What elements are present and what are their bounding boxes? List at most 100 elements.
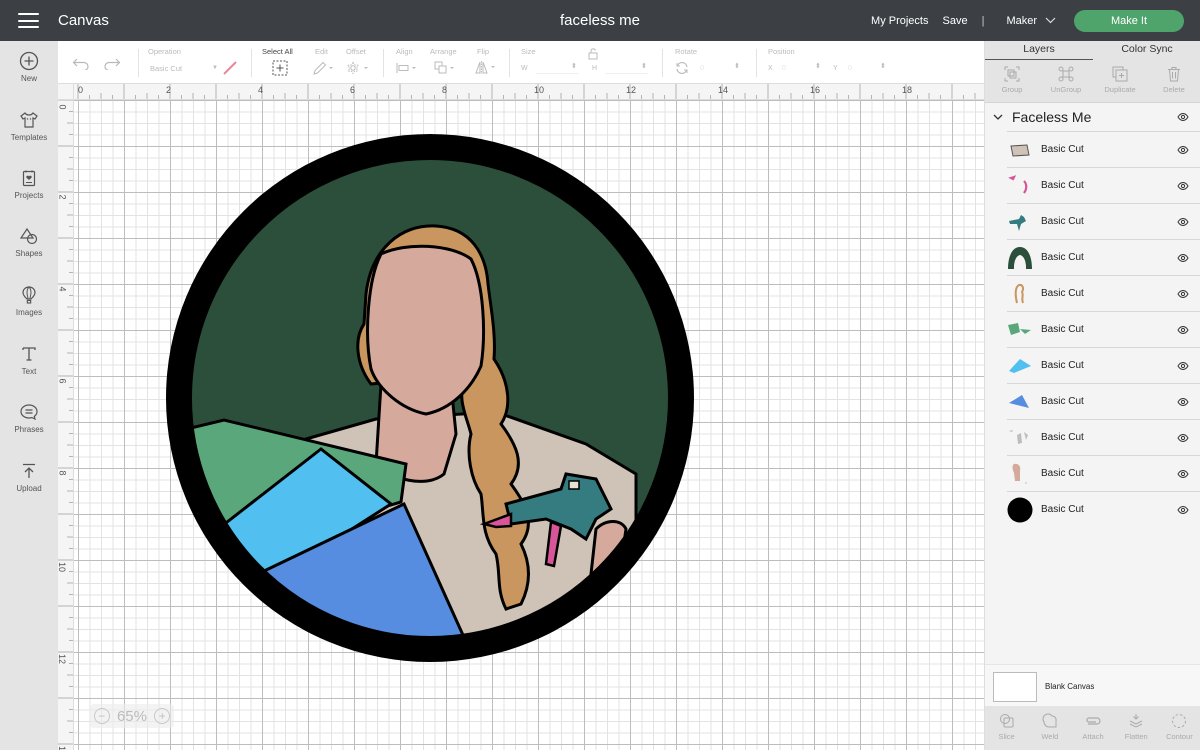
sidebar-item-text[interactable]: Text	[0, 344, 58, 376]
app-title: Canvas	[58, 12, 109, 29]
left-sidebar: New Templates Projects Shapes Images Tex…	[0, 41, 58, 750]
rotate-value[interactable]: 0	[700, 65, 704, 72]
chevron-down-icon	[1045, 17, 1056, 24]
hamburger-menu-icon[interactable]	[18, 13, 39, 28]
eye-icon[interactable]	[1177, 146, 1189, 154]
y-stepper[interactable]: ⬍	[880, 62, 886, 70]
eye-icon[interactable]	[1177, 254, 1189, 262]
edit-icon[interactable]	[312, 61, 334, 75]
ruler-number: 18	[902, 85, 913, 95]
zoom-level: 65%	[116, 707, 147, 725]
flatten-button[interactable]: Flatten	[1115, 706, 1158, 750]
eye-icon[interactable]	[1177, 398, 1189, 406]
action-label: Contour	[1166, 732, 1193, 741]
ungroup-icon	[1058, 66, 1074, 82]
x-stepper[interactable]: ⬍	[815, 62, 821, 70]
eye-icon[interactable]	[1177, 506, 1189, 514]
layer-name: Basic Cut	[1041, 252, 1084, 263]
eye-icon[interactable]	[1177, 290, 1189, 298]
align-icon[interactable]	[396, 62, 420, 74]
width-stepper[interactable]: ⬍	[571, 62, 577, 70]
layer-row[interactable]: Basic Cut	[1007, 383, 1200, 419]
sidebar-item-templates[interactable]: Templates	[0, 110, 58, 142]
sidebar-item-phrases[interactable]: Phrases	[0, 402, 58, 434]
layer-row[interactable]: Basic Cut	[1007, 203, 1200, 239]
x-input[interactable]: 0	[782, 65, 786, 72]
layer-row[interactable]: Basic Cut	[1007, 419, 1200, 455]
contour-button[interactable]: Contour	[1158, 706, 1200, 750]
face-layer[interactable]	[366, 244, 485, 416]
layer-name: Basic Cut	[1041, 288, 1084, 299]
zoom-in-button[interactable]: +	[154, 708, 171, 724]
layer-thumbnail	[1009, 394, 1029, 408]
blank-canvas-thumbnail[interactable]	[993, 672, 1037, 702]
layer-row[interactable]: Basic Cut	[1007, 455, 1200, 491]
attach-button[interactable]: Attach	[1071, 706, 1114, 750]
layer-group-faceless-me[interactable]: Faceless Me	[985, 103, 1200, 131]
eye-icon[interactable]	[1177, 113, 1189, 121]
weld-button[interactable]: Weld	[1028, 706, 1071, 750]
machine-selector[interactable]: Maker	[1006, 15, 1056, 27]
ruler-ticks	[58, 99, 73, 745]
save-link[interactable]: Save	[943, 15, 968, 27]
y-label: Y	[833, 65, 838, 72]
layer-name: Basic Cut	[1041, 216, 1084, 227]
group-icon	[1004, 66, 1020, 82]
size-label: Size	[521, 47, 536, 56]
arrange-icon[interactable]	[434, 61, 458, 75]
lock-icon[interactable]	[588, 48, 598, 60]
pen-color-icon[interactable]	[222, 60, 238, 76]
make-it-button[interactable]: Make It	[1074, 9, 1184, 32]
offset-icon[interactable]	[345, 61, 371, 75]
delete-button[interactable]: Delete	[1147, 60, 1200, 102]
sidebar-item-new[interactable]: New	[0, 51, 58, 83]
sidebar-item-projects[interactable]: Projects	[0, 168, 58, 200]
design-canvas[interactable]: − 65% +	[74, 100, 984, 750]
my-projects-link[interactable]: My Projects	[871, 15, 928, 27]
sidebar-label: Templates	[10, 133, 48, 142]
blank-canvas-row[interactable]: Blank Canvas	[985, 664, 1200, 706]
slice-button[interactable]: Slice	[985, 706, 1028, 750]
layer-row[interactable]: Basic Cut	[1007, 491, 1200, 527]
tab-color-sync[interactable]: Color Sync	[1093, 41, 1200, 60]
rotate-icon[interactable]	[675, 61, 689, 75]
faceless-me-artwork[interactable]	[166, 134, 696, 664]
chevron-down-icon[interactable]	[993, 114, 1003, 120]
eye-icon[interactable]	[1177, 362, 1189, 370]
sidebar-item-upload[interactable]: Upload	[0, 461, 58, 493]
eye-icon[interactable]	[1177, 182, 1189, 190]
operation-dropdown[interactable]: Basic Cut ▼	[150, 62, 218, 74]
layer-row[interactable]: Basic Cut	[1007, 347, 1200, 383]
flip-icon[interactable]	[475, 60, 499, 75]
y-input[interactable]: 0	[848, 65, 852, 72]
layer-row[interactable]: Basic Cut	[1007, 239, 1200, 275]
height-label: H	[592, 65, 598, 72]
rotate-stepper[interactable]: ⬍	[734, 62, 740, 70]
width-label: W	[521, 65, 528, 72]
sidebar-item-shapes[interactable]: Shapes	[0, 226, 58, 258]
height-stepper[interactable]: ⬍	[641, 62, 647, 70]
tab-layers[interactable]: Layers	[985, 41, 1093, 60]
layer-thumbnail	[1009, 358, 1031, 373]
eye-icon[interactable]	[1177, 470, 1189, 478]
sidebar-label: Text	[21, 367, 37, 376]
redo-icon[interactable]	[103, 58, 121, 70]
zoom-out-button[interactable]: −	[93, 708, 110, 724]
glue-stick	[568, 480, 580, 490]
eye-icon[interactable]	[1177, 218, 1189, 226]
layer-row[interactable]: Basic Cut	[1007, 131, 1200, 167]
ruler-number: 8	[442, 85, 448, 95]
group-button[interactable]: Group	[985, 60, 1039, 102]
select-all-icon[interactable]	[272, 60, 288, 76]
eye-icon[interactable]	[1177, 326, 1189, 334]
layer-row[interactable]: Basic Cut	[1007, 167, 1200, 203]
contour-icon	[1172, 714, 1187, 728]
layer-row[interactable]: Basic Cut	[1007, 311, 1200, 347]
undo-icon[interactable]	[72, 58, 90, 70]
layer-row[interactable]: Basic Cut	[1007, 275, 1200, 311]
sidebar-item-images[interactable]: Images	[0, 285, 58, 317]
ungroup-button[interactable]: UnGroup	[1039, 60, 1093, 102]
sidebar-label: Shapes	[15, 249, 43, 258]
eye-icon[interactable]	[1177, 434, 1189, 442]
duplicate-button[interactable]: Duplicate	[1093, 60, 1147, 102]
